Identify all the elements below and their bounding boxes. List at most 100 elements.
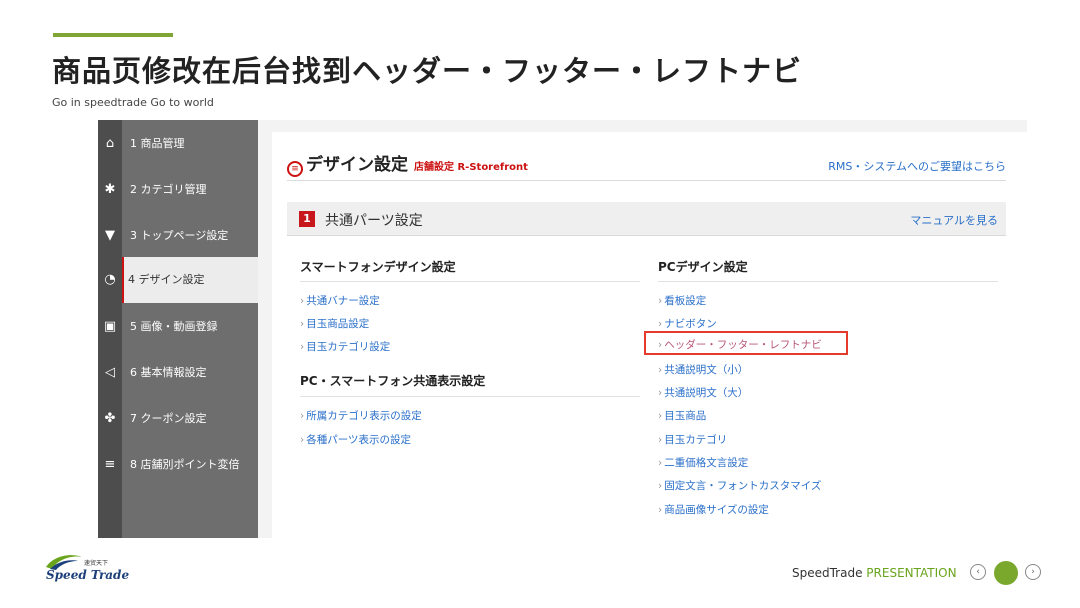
sidebar-item-points[interactable]: ≡ 8 店舗別ポイント変倍: [98, 441, 258, 487]
link-featured-category-pc[interactable]: › 目玉カテゴリ: [658, 432, 727, 447]
link-featured-category[interactable]: › 目玉カテゴリ設定: [300, 339, 390, 354]
chevron-right-icon: ›: [300, 410, 305, 422]
cart-icon: ▼: [105, 227, 115, 243]
chevron-right-icon: ›: [300, 295, 305, 307]
link-label: 看板設定: [664, 295, 707, 307]
slide-title: 商品页修改在后台找到ヘッダー・フッター・レフトナビ: [52, 54, 803, 88]
link-featured-product-pc[interactable]: › 目玉商品: [658, 408, 706, 423]
link-label: 目玉カテゴリ: [664, 434, 728, 446]
link-image-size[interactable]: › 商品画像サイズの設定: [658, 502, 769, 517]
chevron-right-icon: ›: [658, 387, 663, 399]
sidebar-item-label: 1 商品管理: [130, 137, 185, 150]
sidebar-item-image-video[interactable]: ▣ 5 画像・動画登録: [98, 303, 258, 349]
pie-chart-icon: ◔: [98, 257, 122, 303]
prev-slide-button[interactable]: ‹: [970, 564, 986, 580]
chevron-right-icon: ›: [300, 318, 305, 330]
link-nav-button[interactable]: › ナビボタン: [658, 316, 717, 331]
sidebar-item-basic-info[interactable]: ◁ 6 基本情報設定: [98, 349, 258, 395]
divider: [658, 281, 998, 282]
presentation-prefix: SpeedTrade: [792, 566, 867, 580]
logo-brand-text: Speed Trade: [46, 568, 130, 582]
chevron-right-icon: ›: [658, 364, 663, 376]
chevron-right-icon: ›: [658, 410, 663, 422]
divider: [300, 281, 640, 282]
divider: [287, 180, 1006, 181]
presentation-label: SpeedTrade PRESENTATION: [792, 566, 957, 580]
link-fixed-text-font[interactable]: › 固定文言・フォントカスタマイズ: [658, 478, 821, 493]
link-common-desc-small[interactable]: › 共通説明文（小）: [658, 362, 748, 377]
link-common-banner[interactable]: › 共通バナー設定: [300, 293, 380, 308]
sidebar-item-label: 5 画像・動画登録: [130, 320, 218, 333]
users-icon: ✤: [104, 410, 116, 426]
current-slide-indicator: [994, 561, 1018, 585]
sidebar: ⌂ 1 商品管理 ✱ 2 カテゴリ管理 ▼ 3 トップページ設定 ◔ 4 デザイ…: [98, 120, 258, 538]
list-icon: ≡: [287, 161, 303, 177]
sidebar-item-coupon[interactable]: ✤ 7 クーポン設定: [98, 395, 258, 441]
chevron-right-icon: ›: [658, 318, 663, 330]
link-label: 所属カテゴリ表示の設定: [306, 410, 422, 422]
image-icon: ▣: [103, 318, 117, 334]
slide-subtitle: Go in speedtrade Go to world: [52, 96, 214, 109]
page-title-text: デザイン設定: [306, 155, 408, 175]
speedtrade-logo: 速贸天下 Speed Trade: [44, 553, 129, 583]
link-label: 商品画像サイズの設定: [664, 504, 769, 516]
list-icon: ≡: [104, 456, 116, 472]
section-number-badge: 1: [299, 211, 315, 227]
link-label: 固定文言・フォントカスタマイズ: [664, 480, 822, 492]
chevron-right-icon: ›: [300, 341, 305, 353]
chevron-right-icon: ›: [658, 457, 663, 469]
link-label: 目玉商品: [664, 410, 707, 422]
sidebar-item-design-settings[interactable]: ◔ 4 デザイン設定: [98, 257, 258, 303]
link-label: 目玉商品設定: [306, 318, 370, 330]
sidebar-item-label: 4 デザイン設定: [122, 257, 205, 303]
sidebar-item-category-management[interactable]: ✱ 2 カテゴリ管理: [98, 166, 258, 212]
link-label: ヘッダー・フッター・レフトナビ: [664, 339, 822, 351]
home-icon: ⌂: [105, 135, 115, 151]
megaphone-icon: ◁: [105, 364, 115, 380]
divider: [300, 396, 640, 397]
design-settings-panel: ≡ デザイン設定 店舗設定 R-Storefront RMS・システムへのご要望…: [272, 132, 1027, 538]
sidebar-item-label: 7 クーポン設定: [130, 412, 207, 425]
logo-tagline: 速贸天下: [84, 560, 109, 567]
link-header-footer-leftnav[interactable]: › ヘッダー・フッター・レフトナビ: [658, 337, 822, 352]
sidebar-item-label: 2 カテゴリ管理: [130, 183, 207, 196]
admin-screenshot: ⌂ 1 商品管理 ✱ 2 カテゴリ管理 ▼ 3 トップページ設定 ◔ 4 デザイ…: [98, 120, 1027, 538]
link-signboard[interactable]: › 看板設定: [658, 293, 706, 308]
common-display-heading: PC・スマートフォン共通表示設定: [300, 374, 486, 388]
chevron-right-icon: ›: [658, 480, 663, 492]
rms-request-link[interactable]: RMS・システムへのご要望はこちら: [828, 158, 1006, 174]
link-label: ナビボタン: [664, 318, 717, 330]
link-category-display[interactable]: › 所属カテゴリ表示の設定: [300, 408, 422, 423]
section-title: 共通パーツ設定: [325, 213, 423, 229]
link-label: 二重価格文言設定: [664, 457, 749, 469]
sidebar-item-product-management[interactable]: ⌂ 1 商品管理: [98, 120, 258, 166]
link-label: 共通説明文（大）: [664, 387, 749, 399]
chevron-right-icon: ›: [658, 434, 663, 446]
sidebar-item-top-page-settings[interactable]: ▼ 3 トップページ設定: [98, 212, 258, 258]
link-double-price[interactable]: › 二重価格文言設定: [658, 455, 748, 470]
link-parts-display[interactable]: › 各種パーツ表示の設定: [300, 432, 411, 447]
link-common-desc-large[interactable]: › 共通説明文（大）: [658, 385, 748, 400]
chevron-right-icon: ›: [658, 339, 663, 351]
sidebar-item-label: 8 店舗別ポイント変倍: [130, 458, 240, 471]
next-slide-button[interactable]: ›: [1025, 564, 1041, 580]
chevron-right-icon: ›: [658, 295, 663, 307]
sp-design-heading: スマートフォンデザイン設定: [300, 260, 456, 274]
link-label: 各種パーツ表示の設定: [306, 434, 411, 446]
link-label: 共通説明文（小）: [664, 364, 749, 376]
link-label: 共通バナー設定: [306, 295, 380, 307]
page-title: ≡ デザイン設定 店舗設定 R-Storefront: [287, 150, 528, 177]
gear-icon: ✱: [104, 181, 116, 197]
section-header: 1 共通パーツ設定 マニュアルを見る: [287, 202, 1006, 236]
sidebar-item-label: 3 トップページ設定: [130, 229, 229, 242]
page-subtitle: 店舗設定 R-Storefront: [414, 162, 528, 173]
link-featured-product[interactable]: › 目玉商品設定: [300, 316, 369, 331]
chevron-right-icon: ›: [658, 504, 663, 516]
presentation-suffix: PRESENTATION: [866, 566, 957, 580]
pc-design-heading: PCデザイン設定: [658, 260, 748, 274]
manual-link[interactable]: マニュアルを見る: [910, 212, 998, 228]
sidebar-item-label: 6 基本情報設定: [130, 366, 207, 379]
title-accent-line: [53, 33, 173, 37]
chevron-right-icon: ›: [300, 434, 305, 446]
link-label: 目玉カテゴリ設定: [306, 341, 391, 353]
